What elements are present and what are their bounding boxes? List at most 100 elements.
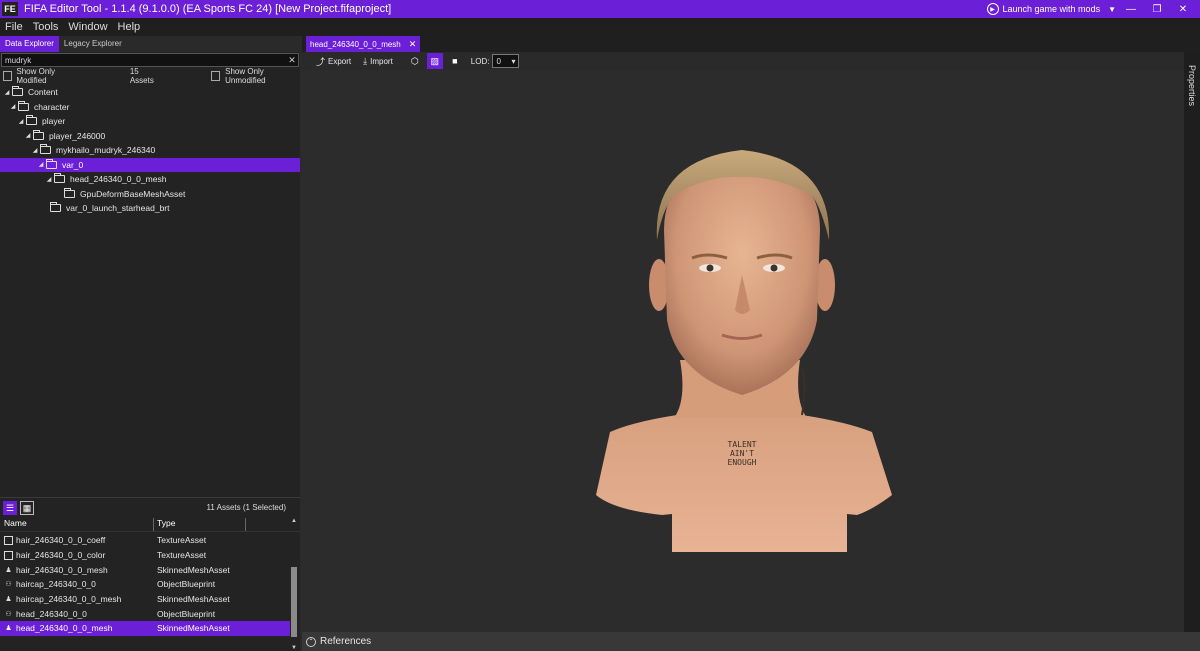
close-icon[interactable]: ✕ (1170, 0, 1196, 18)
table-row[interactable]: ♟ haircap_246340_0_0_mesh SkinnedMeshAsse… (0, 592, 290, 607)
expand-arrow-icon[interactable]: ◢ (2, 89, 12, 96)
minimize-icon[interactable]: — (1118, 0, 1144, 18)
table-row[interactable]: ♟ hair_246340_0_0_mesh SkinnedMeshAsset (0, 562, 290, 577)
folder-icon (33, 129, 44, 140)
document-tabs: head_246340_0_0_mesh ✕ (302, 36, 1200, 52)
tree-item-label: var_0_launch_starhead_brt (66, 203, 170, 214)
neck-tattoo-side (801, 367, 806, 416)
grid-view-icon[interactable]: ▦ (20, 501, 34, 515)
search-input[interactable] (2, 55, 286, 65)
asset-name: haircap_246340_0_0 (16, 579, 96, 590)
folder-icon (18, 100, 29, 111)
asset-name: head_246340_0_0 (16, 608, 87, 619)
wireframe-icon[interactable]: ▨ (426, 53, 443, 69)
lod-select[interactable]: 0 ▾ (492, 54, 520, 68)
scroll-thumb[interactable] (291, 567, 297, 637)
launch-game-button[interactable]: ▶ Launch game with mods ▼ (986, 0, 1116, 18)
blueprint-icon: ⚇ (5, 610, 12, 618)
mesh-icon: ♟ (5, 625, 12, 633)
tree-item-gpu-deform[interactable]: GpuDeformBaseMeshAsset (0, 187, 300, 202)
tree-item-content[interactable]: ◢ Content (0, 85, 300, 100)
tattoo-line-1: TALENT (728, 440, 757, 449)
folder-icon (64, 187, 75, 198)
tattoo-line-3: ENOUGH (728, 458, 757, 467)
show-only-modified-checkbox[interactable] (3, 71, 13, 81)
asset-count-label: 15 Assets (129, 67, 154, 85)
menu-help[interactable]: Help (113, 21, 146, 33)
table-row[interactable]: hair_246340_0_0_coeff TextureAsset (0, 533, 290, 548)
folder-icon (26, 115, 37, 126)
table-row[interactable]: ♟ head_246340_0_0_mesh SkinnedMeshAsset (0, 621, 290, 636)
references-bar[interactable]: ⌃ References (302, 632, 1200, 651)
import-button[interactable]: ⤓ Import (357, 56, 399, 67)
tree-item-head-mesh[interactable]: ◢ head_246340_0_0_mesh (0, 172, 300, 187)
table-row[interactable]: ⚇ haircap_246340_0_0 ObjectBlueprint (0, 577, 290, 592)
tree-item-label: character (34, 101, 70, 112)
head-mesh-render: TALENT AIN'T ENOUGH (596, 150, 892, 552)
title-bar: FE FIFA Editor Tool - 1.1.4 (9.1.0.0) (E… (0, 0, 1200, 18)
tree-item-character[interactable]: ◢ character (0, 100, 300, 115)
mesh-viewport[interactable]: TALENT AIN'T ENOUGH (302, 70, 1184, 632)
menu-window[interactable]: Window (63, 21, 112, 33)
asset-name: haircap_246340_0_0_mesh (16, 594, 122, 605)
lod-value: 0 (496, 56, 501, 66)
menu-file[interactable]: File (0, 21, 28, 33)
menu-tools[interactable]: Tools (28, 21, 64, 33)
asset-name: hair_246340_0_0_color (16, 550, 106, 561)
maximize-icon[interactable]: ❐ (1144, 0, 1170, 18)
app-logo: FE (2, 2, 18, 16)
clear-icon[interactable]: ✕ (286, 55, 298, 66)
solid-shading-icon[interactable]: ■ (447, 53, 463, 69)
import-icon: ⤓ (363, 55, 368, 66)
table-row[interactable]: ⚇ head_246340_0_0 ObjectBlueprint (0, 606, 290, 621)
right-iris (770, 264, 778, 272)
tab-data-explorer[interactable]: Data Explorer (0, 36, 59, 52)
list-view-icon[interactable]: ☰ (3, 501, 17, 515)
asset-name: hair_246340_0_0_coeff (16, 535, 106, 546)
expand-arrow-icon[interactable]: ◢ (8, 103, 18, 110)
show-only-unmodified-checkbox[interactable] (210, 71, 221, 81)
tree-item-label: Content (28, 87, 58, 98)
lod-label: LOD: (470, 56, 490, 66)
export-label: Export (328, 56, 352, 66)
tree-item-launch-starhead[interactable]: var_0_launch_starhead_brt (0, 201, 300, 216)
tree-item-player-246000[interactable]: ◢ player_246000 (0, 129, 300, 144)
column-type-header[interactable]: Type (154, 518, 246, 531)
export-button[interactable]: ⤴ Export (310, 55, 357, 68)
expand-arrow-icon[interactable]: ◢ (44, 176, 54, 183)
asset-table-header: Name Type (0, 518, 300, 532)
mesh-icon: ♟ (5, 566, 12, 574)
asset-type: SkinnedMeshAsset (157, 564, 230, 575)
tattoo-line-2: AIN'T (730, 449, 754, 458)
scroll-down-icon[interactable]: ▼ (290, 645, 298, 651)
tab-legacy-explorer[interactable]: Legacy Explorer (59, 36, 127, 52)
chevron-down-icon[interactable]: ▼ (1108, 5, 1116, 14)
expand-arrow-icon[interactable]: ◢ (16, 118, 26, 125)
scroll-up-icon[interactable]: ▲ (290, 518, 298, 524)
expand-arrow-icon[interactable]: ◢ (36, 161, 46, 168)
cube-icon[interactable]: ⬡ (407, 53, 423, 69)
folder-icon (40, 144, 51, 155)
close-tab-icon[interactable]: ✕ (409, 39, 417, 50)
column-name-header[interactable]: Name (0, 518, 154, 531)
asset-type: TextureAsset (157, 550, 207, 561)
collapse-icon[interactable]: ⌃ (306, 636, 316, 647)
references-label: References (320, 636, 372, 647)
tree-item-player[interactable]: ◢ player (0, 114, 300, 129)
asset-scrollbar[interactable]: ▲ ▼ (290, 518, 298, 651)
properties-tab[interactable]: Properties (1184, 56, 1200, 116)
expand-arrow-icon[interactable]: ◢ (23, 132, 33, 139)
texture-icon (4, 550, 13, 560)
mesh-icon: ♟ (5, 596, 12, 604)
tree-item-var-0[interactable]: ◢ var_0 (0, 157, 300, 172)
properties-strip: Properties (1184, 52, 1200, 632)
tab-head-mesh[interactable]: head_246340_0_0_mesh ✕ (306, 36, 421, 52)
expand-arrow-icon[interactable]: ◢ (30, 147, 40, 154)
table-row[interactable]: hair_246340_0_0_color TextureAsset (0, 548, 290, 563)
show-only-modified-label: Show Only Modified (16, 67, 56, 85)
folder-icon (54, 173, 65, 184)
tree-item-label: player (42, 116, 66, 127)
tree-item-mykhailo-mudryk[interactable]: ◢ mykhailo_mudryk_246340 (0, 143, 300, 158)
asset-name: hair_246340_0_0_mesh (16, 564, 108, 575)
texture-icon (4, 535, 13, 545)
